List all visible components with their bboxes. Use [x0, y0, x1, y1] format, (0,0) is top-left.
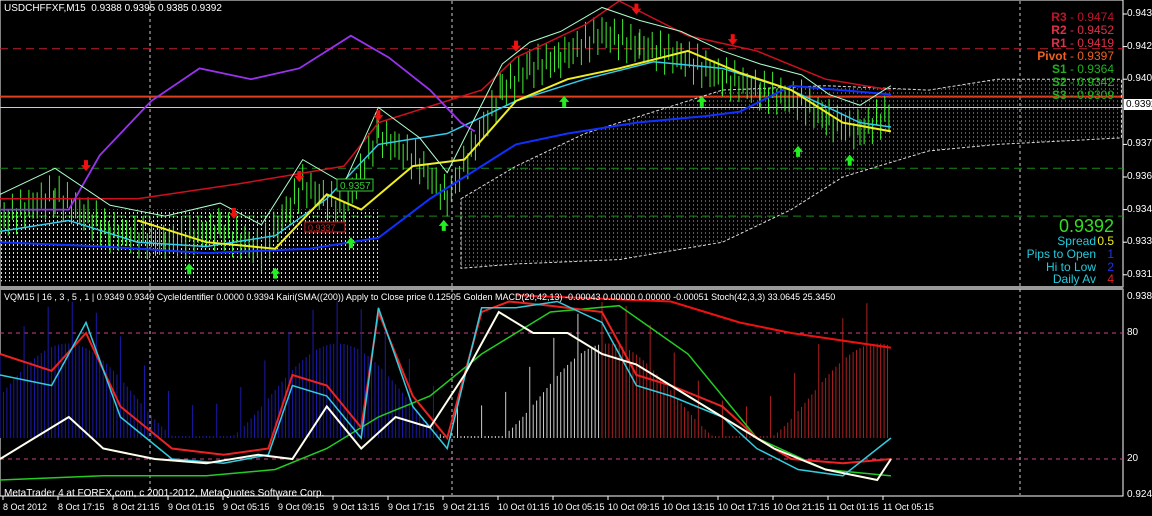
oscillator-white-line	[0, 310, 892, 482]
pivot-name: Pivot	[1037, 49, 1067, 63]
time-tick: 9 Oct 05:15	[223, 502, 270, 512]
price-tick: 0.9360	[1127, 171, 1152, 182]
pivot-value: 0.9397	[1077, 49, 1114, 63]
pivot-name: S1	[1051, 62, 1067, 76]
sell-arrow-icon	[631, 3, 642, 15]
pivot-value: 0.9309	[1077, 88, 1114, 102]
pivot-value: 0.9342	[1077, 75, 1114, 89]
time-tick: 10 Oct 13:15	[663, 502, 715, 512]
pivot-name: S3	[1051, 88, 1067, 102]
time-tick: 10 Oct 05:15	[553, 502, 605, 512]
main-price-pane: 0.9357 0.9337	[0, 0, 1123, 282]
pivot-name: R1	[1051, 36, 1067, 50]
time-tick: 9 Oct 21:15	[443, 502, 490, 512]
pivot-value: 0.9419	[1077, 36, 1114, 50]
price-tick: 0.9420	[1127, 40, 1152, 52]
time-tick: 10 Oct 09:15	[608, 502, 660, 512]
time-tick: 9 Oct 09:15	[278, 502, 325, 512]
time-tick: 9 Oct 13:15	[333, 502, 380, 512]
time-tick: 9 Oct 17:15	[388, 502, 435, 512]
pivot-name: R2	[1051, 23, 1067, 37]
buy-arrow-icon	[438, 219, 449, 231]
sub-axis-80: 80	[1127, 327, 1139, 338]
sub-axis-top: 0.9386	[1127, 291, 1152, 302]
symbol-label: USDCHFFXF,M15	[4, 3, 86, 14]
time-tick: 8 Oct 21:15	[113, 502, 160, 512]
current-price-marker: 0.9392	[1124, 99, 1152, 110]
indicator-pane	[0, 294, 1123, 482]
time-tick: 10 Oct 21:15	[773, 502, 825, 512]
ohlc-values: 0.9388 0.9395 0.9385 0.9392	[91, 3, 222, 14]
price-tick: 0.9375	[1127, 138, 1152, 150]
price-tick: 0.9405	[1127, 73, 1152, 85]
sell-arrow-icon	[727, 34, 738, 46]
sub-axis-20: 20	[1127, 453, 1139, 464]
time-tick: 9 Oct 01:15	[168, 502, 215, 512]
sell-arrow-icon	[81, 160, 91, 172]
pivot-name: R3	[1051, 10, 1067, 24]
price-tick: 0.9330	[1127, 236, 1152, 248]
pivot-r3: R3 - 0.9474	[1051, 10, 1114, 24]
time-tick: 11 Oct 01:15	[828, 502, 879, 512]
pivot-s1: S1 - 0.9364	[1051, 62, 1114, 76]
current-price-big: 0.9392	[1058, 216, 1114, 236]
price-tick: 0.9345	[1127, 203, 1152, 215]
pivot-value: 0.9474	[1077, 10, 1114, 24]
time-tick: 10 Oct 17:15	[718, 502, 770, 512]
time-tick: 8 Oct 2012	[3, 502, 48, 512]
daily-av-value: 4	[1107, 272, 1114, 286]
time-tick: 11 Oct 05:15	[883, 502, 934, 512]
pivot-s2: S2 - 0.9342	[1051, 75, 1114, 89]
pivot-value: 0.9452	[1077, 23, 1114, 37]
oscillator-cyan-line	[0, 300, 892, 477]
time-tick: 10 Oct 01:15	[498, 502, 550, 512]
price-label-text: 0.9357	[340, 181, 371, 192]
pivot-name: S2	[1051, 75, 1067, 89]
daily-av-label: Daily Av	[1052, 272, 1096, 286]
chart-canvas[interactable]: 0.9357 0.9337	[0, 0, 1152, 516]
chart-symbol-header: USDCHFFXF,M15 0.9388 0.9395 0.9385 0.939…	[4, 3, 222, 14]
sell-arrow-icon	[373, 110, 384, 122]
signal-red-step-line	[515, 294, 892, 349]
pivot-value: 0.9364	[1077, 62, 1114, 76]
price-tick: 0.9315	[1127, 268, 1152, 280]
price-tick: 0.9435	[1127, 8, 1152, 19]
pivot-s3: S3 - 0.9309	[1051, 88, 1114, 102]
indicator-header: VQM15 | 16 , 3 , 5 , 1 | 0.9349 0.9349 C…	[4, 292, 836, 302]
pivot-pivot: Pivot - 0.9397	[1037, 49, 1114, 63]
pivot-r1: R1 - 0.9419	[1051, 36, 1114, 50]
pane-splitter[interactable]	[0, 286, 1123, 290]
sub-axis-bottom: 0.9248	[1127, 489, 1152, 500]
time-tick: 8 Oct 17:15	[58, 502, 105, 512]
copyright-text: MetaTrader 4 at FOREX.com, c 2001-2012, …	[4, 488, 325, 499]
pivot-r2: R2 - 0.9452	[1051, 23, 1114, 37]
price-label-text: 0.9337	[308, 223, 336, 233]
